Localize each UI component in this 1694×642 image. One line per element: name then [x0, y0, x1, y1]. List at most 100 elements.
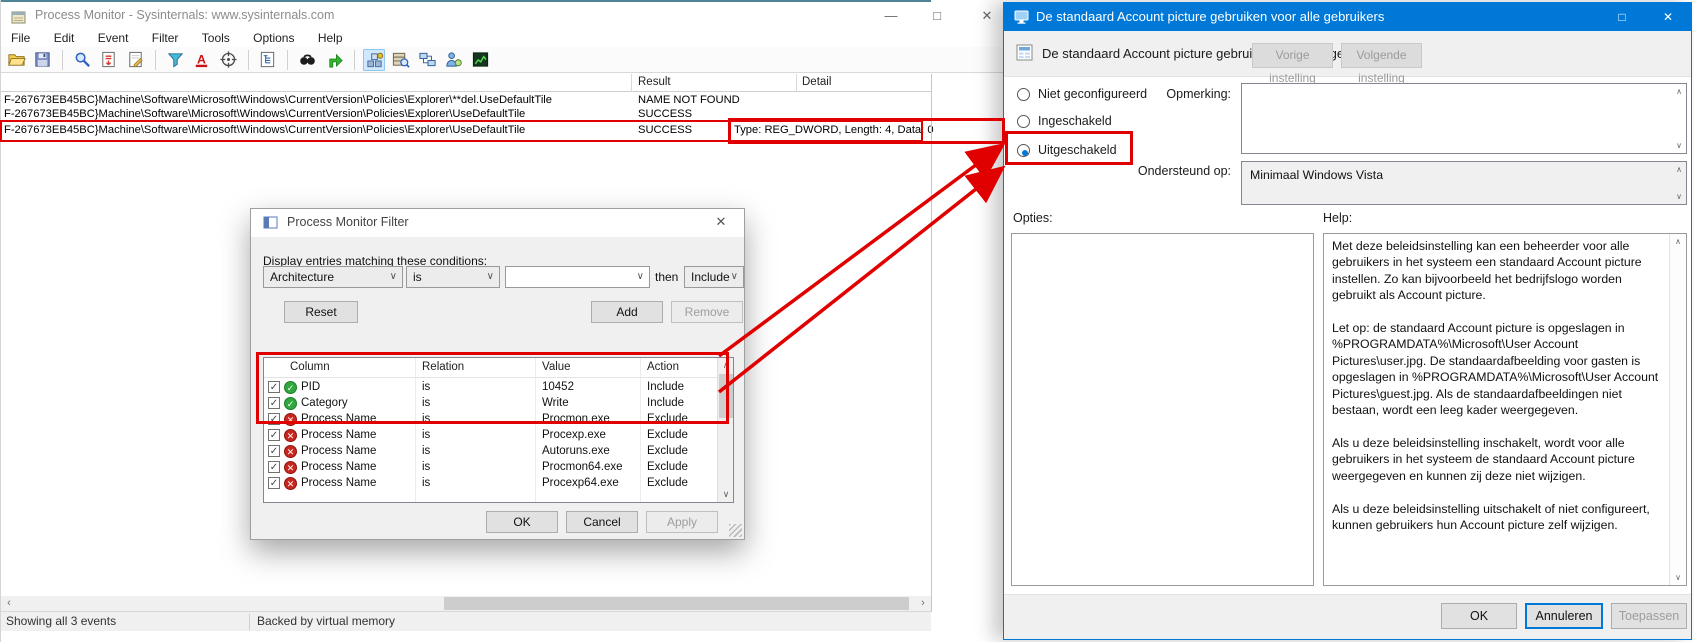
- filter-row[interactable]: Process Name is Procmon64.exe Exclude: [264, 459, 719, 475]
- filter-row[interactable]: PID is 10452 Include: [264, 379, 719, 395]
- highlight-icon[interactable]: A: [191, 49, 213, 71]
- column-header-result[interactable]: Result: [638, 76, 671, 88]
- column-divider[interactable]: [631, 74, 632, 92]
- cancel-button[interactable]: Annuleren: [1525, 603, 1603, 629]
- ok-button[interactable]: OK: [1441, 603, 1517, 629]
- filter-dialog-titlebar[interactable]: Process Monitor Filter ✕: [251, 209, 744, 237]
- radio-icon[interactable]: [1017, 88, 1030, 101]
- event-row[interactable]: F-267673EB45BC}Machine\Software\Microsof…: [1, 93, 1004, 107]
- help-scrollbar[interactable]: ∧ ∨: [1669, 234, 1686, 585]
- ok-button[interactable]: OK: [486, 511, 558, 533]
- radio-icon[interactable]: [1017, 144, 1030, 157]
- filter-row[interactable]: Process Name is Procmon.exe Exclude: [264, 411, 719, 427]
- relation-combo[interactable]: is ∨: [406, 266, 500, 288]
- scroll-up-icon[interactable]: ∧: [1672, 237, 1684, 246]
- menu-filter[interactable]: Filter: [142, 30, 189, 47]
- value-combo[interactable]: ∨: [505, 266, 650, 288]
- column-header-detail[interactable]: Detail: [802, 76, 831, 88]
- comment-textarea[interactable]: ∧ ∨: [1241, 83, 1687, 154]
- maximize-button[interactable]: □: [1602, 3, 1642, 31]
- scroll-down-icon[interactable]: ∨: [1672, 573, 1684, 582]
- close-button[interactable]: ✕: [1648, 3, 1688, 31]
- minimize-button[interactable]: —: [874, 4, 908, 28]
- scroll-up-icon[interactable]: ∧: [718, 358, 734, 373]
- filter-col-relation[interactable]: Relation: [422, 361, 464, 373]
- checkbox[interactable]: [268, 445, 280, 457]
- column-divider[interactable]: [796, 74, 797, 92]
- policy-dialog-titlebar[interactable]: De standaard Account picture gebruiken v…: [1004, 3, 1691, 31]
- event-list-header[interactable]: Result Detail: [1, 74, 931, 92]
- procmon-titlebar[interactable]: Process Monitor - Sysinternals: www.sysi…: [1, 2, 1005, 30]
- show-registry-activity-icon[interactable]: [363, 49, 385, 71]
- horizontal-scrollbar[interactable]: ‹ ›: [1, 596, 931, 611]
- event-row[interactable]: F-267673EB45BC}Machine\Software\Microsof…: [1, 123, 1004, 137]
- save-icon[interactable]: [31, 49, 53, 71]
- close-button[interactable]: ✕: [970, 4, 1004, 28]
- menu-tools[interactable]: Tools: [192, 30, 240, 47]
- next-setting-button[interactable]: Volgende instelling: [1341, 43, 1422, 68]
- menu-help[interactable]: Help: [308, 30, 353, 47]
- filter-col-value[interactable]: Value: [542, 361, 571, 373]
- menu-file[interactable]: File: [1, 30, 40, 47]
- filter-row[interactable]: Process Name is Procexp64.exe Exclude: [264, 475, 719, 491]
- menu-edit[interactable]: Edit: [44, 30, 85, 47]
- checkbox[interactable]: [268, 429, 280, 441]
- column-combo[interactable]: Architecture ∨: [263, 266, 403, 288]
- show-network-activity-icon[interactable]: [416, 49, 438, 71]
- menu-event[interactable]: Event: [88, 30, 139, 47]
- radio-icon[interactable]: [1017, 115, 1030, 128]
- checkbox[interactable]: [268, 397, 280, 409]
- checkbox[interactable]: [268, 477, 280, 489]
- jump-to-icon[interactable]: [323, 49, 345, 71]
- scroll-up-icon[interactable]: ∧: [1673, 87, 1685, 96]
- process-tree-icon[interactable]: [257, 49, 279, 71]
- apply-button[interactable]: Apply: [646, 511, 718, 533]
- previous-setting-button[interactable]: Vorige instelling: [1252, 43, 1333, 68]
- scroll-down-icon[interactable]: ∨: [1673, 192, 1685, 201]
- scrollbar-thumb[interactable]: [444, 597, 909, 610]
- filter-col-action[interactable]: Action: [647, 361, 679, 373]
- scroll-left-icon[interactable]: ‹: [1, 596, 17, 611]
- open-icon[interactable]: [5, 49, 27, 71]
- show-process-activity-icon[interactable]: [443, 49, 465, 71]
- action-combo[interactable]: Include ∨: [684, 266, 744, 288]
- filter-list[interactable]: Column Relation Value Action PID is 1045…: [263, 357, 734, 503]
- filter-row[interactable]: Process Name is Autoruns.exe Exclude: [264, 443, 719, 459]
- show-file-system-activity-icon[interactable]: [390, 49, 412, 71]
- filter-dialog-close-icon[interactable]: ✕: [706, 211, 736, 233]
- status-divider: [249, 614, 250, 630]
- status-event-count: Showing all 3 events: [6, 614, 116, 628]
- apply-button[interactable]: Toepassen: [1611, 603, 1687, 629]
- filter-icon[interactable]: [164, 49, 186, 71]
- resize-grip[interactable]: [729, 524, 742, 537]
- scrollbar-thumb[interactable]: [719, 374, 733, 418]
- menu-options[interactable]: Options: [243, 30, 304, 47]
- show-profiling-events-icon[interactable]: [469, 49, 491, 71]
- scroll-up-icon[interactable]: ∧: [1673, 165, 1685, 174]
- scroll-right-icon[interactable]: ›: [915, 596, 931, 611]
- include-process-icon[interactable]: [217, 49, 239, 71]
- filter-row[interactable]: Category is Write Include: [264, 395, 719, 411]
- maximize-button[interactable]: □: [920, 4, 954, 28]
- find-icon[interactable]: [297, 49, 319, 71]
- add-button[interactable]: Add: [591, 301, 663, 323]
- checkbox[interactable]: [268, 413, 280, 425]
- cancel-button[interactable]: Cancel: [566, 511, 638, 533]
- action-combo-value: Include: [691, 270, 730, 284]
- reset-button[interactable]: Reset: [284, 301, 358, 323]
- remove-button[interactable]: Remove: [671, 301, 743, 323]
- filter-row[interactable]: Process Name is Procexp.exe Exclude: [264, 427, 719, 443]
- scroll-down-icon[interactable]: ∨: [1673, 141, 1685, 150]
- scroll-down-icon[interactable]: ∨: [718, 487, 734, 502]
- checkbox[interactable]: [268, 461, 280, 473]
- autoscroll-icon[interactable]: [98, 49, 120, 71]
- filter-list-scrollbar[interactable]: ∧ ∨: [717, 358, 733, 502]
- filter-list-header[interactable]: Column Relation Value Action: [264, 358, 719, 378]
- filter-column: Process Name: [301, 445, 376, 457]
- event-path: F-267673EB45BC}Machine\Software\Microsof…: [4, 108, 525, 120]
- filter-col-column[interactable]: Column: [290, 361, 330, 373]
- event-row[interactable]: F-267673EB45BC}Machine\Software\Microsof…: [1, 107, 1004, 121]
- capture-icon[interactable]: [71, 49, 93, 71]
- checkbox[interactable]: [268, 381, 280, 393]
- clear-icon[interactable]: [124, 49, 146, 71]
